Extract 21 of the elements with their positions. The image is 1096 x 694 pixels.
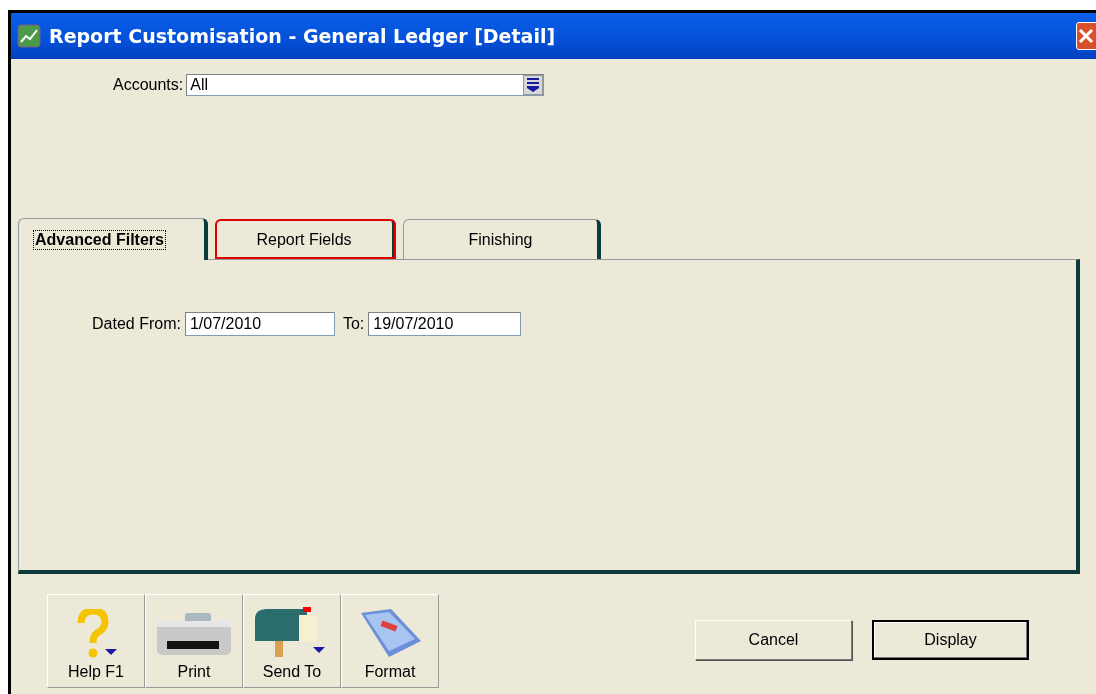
- toolbar-button[interactable]: Send To: [243, 594, 341, 688]
- dialog-button[interactable]: Display: [872, 620, 1029, 660]
- window-title: Report Customisation - General Ledger [Detail]: [49, 25, 556, 47]
- tab[interactable]: Report Fields: [215, 219, 396, 259]
- accounts-label: Accounts:: [113, 76, 184, 94]
- chart-icon: [17, 24, 41, 48]
- tab[interactable]: Advanced Filters: [18, 218, 208, 260]
- toolbar-button[interactable]: Format: [341, 594, 439, 688]
- dated-from-label: Dated From:: [92, 315, 181, 333]
- toolbar-button[interactable]: Help F1: [47, 594, 145, 688]
- close-button[interactable]: [1076, 22, 1096, 50]
- date-from-field[interactable]: 1/07/2010: [184, 312, 335, 336]
- date-to-field[interactable]: 19/07/2010: [368, 312, 522, 336]
- toolbar-button[interactable]: Print: [145, 594, 243, 688]
- tab[interactable]: Finishing: [403, 219, 601, 259]
- dropdown-button[interactable]: [523, 75, 544, 95]
- dialog-button[interactable]: Cancel: [695, 620, 852, 660]
- accounts-dropdown[interactable]: All: [186, 74, 545, 96]
- dropdown-icon: [527, 78, 540, 92]
- to-label: To:: [342, 315, 365, 333]
- close-icon: [1077, 27, 1095, 45]
